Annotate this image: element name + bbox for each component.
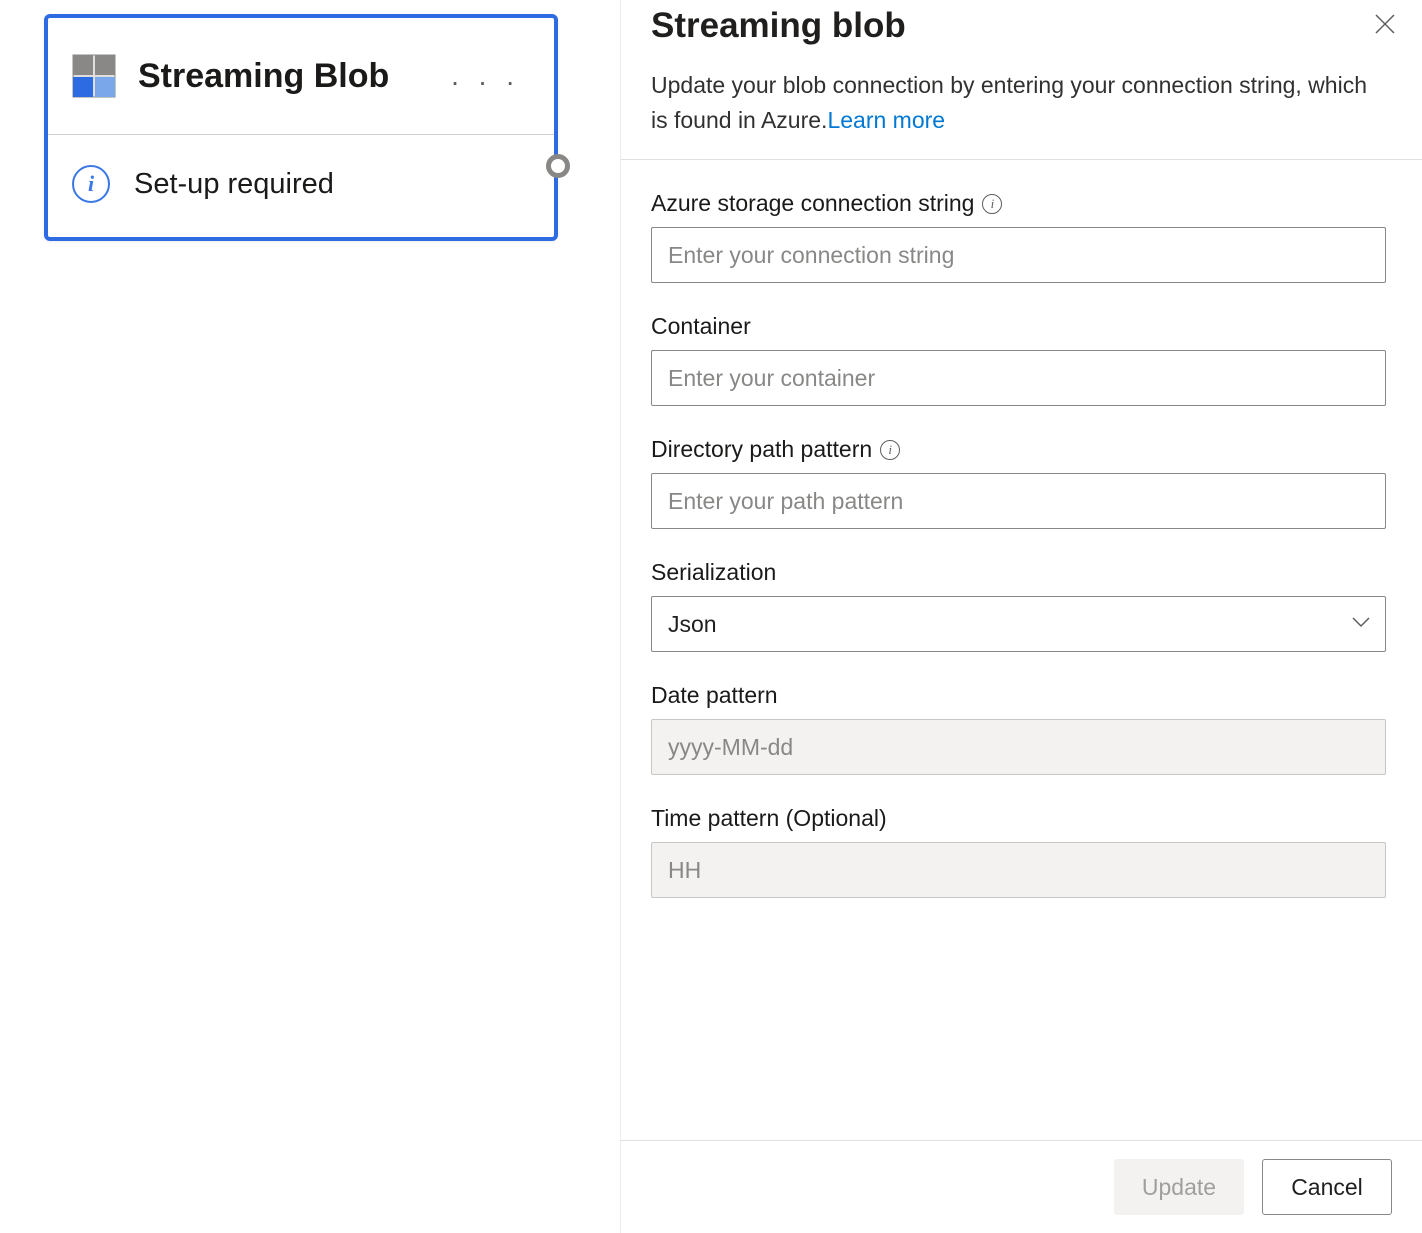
cancel-button[interactable]: Cancel: [1262, 1159, 1392, 1215]
info-icon[interactable]: i: [982, 194, 1002, 214]
streaming-blob-node[interactable]: Streaming Blob . . . i Set-up required: [44, 14, 558, 241]
update-button[interactable]: Update: [1114, 1159, 1244, 1215]
info-icon[interactable]: i: [880, 440, 900, 460]
panel-title: Streaming blob: [651, 6, 906, 46]
connection-string-input[interactable]: [651, 227, 1386, 283]
info-icon: i: [72, 165, 110, 203]
design-canvas: Streaming Blob . . . i Set-up required: [0, 0, 620, 1233]
directory-path-label: Directory path pattern: [651, 436, 872, 463]
time-pattern-input: [651, 842, 1386, 898]
node-more-button[interactable]: . . .: [445, 62, 526, 90]
directory-path-input[interactable]: [651, 473, 1386, 529]
blob-storage-icon: [72, 54, 116, 98]
node-output-port[interactable]: [546, 154, 570, 178]
container-label: Container: [651, 313, 751, 340]
time-pattern-label: Time pattern (Optional): [651, 805, 887, 832]
node-title: Streaming Blob: [138, 57, 423, 96]
connection-string-label: Azure storage connection string: [651, 190, 974, 217]
container-input[interactable]: [651, 350, 1386, 406]
date-pattern-label: Date pattern: [651, 682, 778, 709]
panel-description: Update your blob connection by entering …: [651, 68, 1386, 137]
date-pattern-input: [651, 719, 1386, 775]
serialization-label: Serialization: [651, 559, 776, 586]
node-status-text: Set-up required: [134, 168, 334, 201]
config-panel: Streaming blob Update your blob connecti…: [620, 0, 1422, 1233]
serialization-select[interactable]: Json: [651, 596, 1386, 652]
close-icon[interactable]: [1366, 6, 1404, 46]
panel-description-text: Update your blob connection by entering …: [651, 72, 1367, 133]
learn-more-link[interactable]: Learn more: [827, 107, 945, 133]
